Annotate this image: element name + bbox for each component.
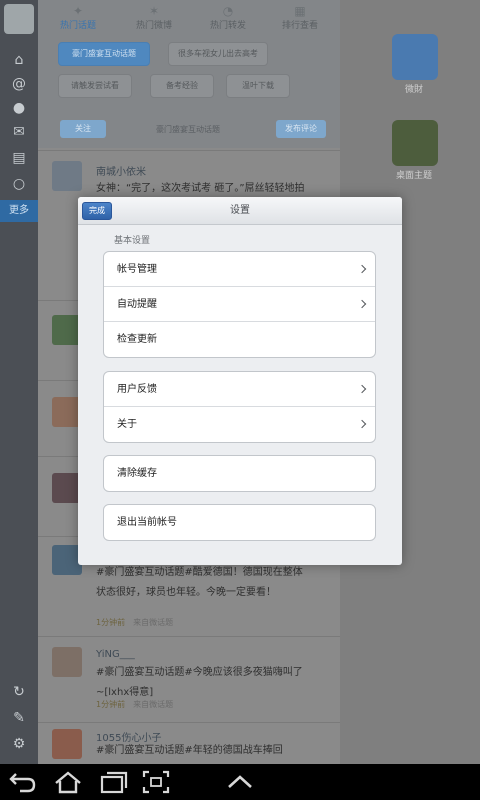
tab-hot-topics[interactable]: ✦ 热门话题 xyxy=(48,4,108,31)
dialog-title: 设置 xyxy=(230,205,250,216)
row-label: 用户反馈 xyxy=(117,384,157,395)
feed-source: 来自微话题 xyxy=(133,618,174,627)
tab-label: 热门转发 xyxy=(209,21,246,31)
chevron-right-icon xyxy=(357,419,367,429)
tab-label: 排行查看 xyxy=(281,21,318,31)
feed-source: 来自微话题 xyxy=(133,700,174,709)
settings-dialog: 设置 完成 基本设置 帐号管理 自动提醒 检查更新 用户反馈 关于 清除缓存 退… xyxy=(78,197,402,565)
weicai-app-icon[interactable] xyxy=(392,34,438,80)
home-icon[interactable]: ⌂ xyxy=(10,52,28,68)
feed-author[interactable]: YiNG___ xyxy=(96,649,135,660)
tab-ranking[interactable]: ▦ 排行查看 xyxy=(270,4,330,31)
star-icon: ✶ xyxy=(148,4,160,18)
row-label: 退出当前帐号 xyxy=(117,517,177,528)
avatar[interactable] xyxy=(52,729,82,759)
user-feedback-row[interactable]: 用户反馈 xyxy=(104,372,375,407)
check-update-row[interactable]: 检查更新 xyxy=(104,322,375,357)
topic-header: ✦ 热门话题 ✶ 热门微博 ◔ 热门转发 ▦ 排行查看 豪门盛宴互动话题 很多车视女儿出… xyxy=(38,0,340,148)
topic-chip[interactable]: 温叶下载 xyxy=(226,74,290,98)
feed-item[interactable]: 1055伤心小子 #豪门盛宴互动话题#年轻的德国战车捧回 xyxy=(38,722,340,764)
desktop-theme-label: 桌面主题 xyxy=(395,171,432,181)
feed-item[interactable]: YiNG___ #豪门盛宴互动话题#今晚应该很多夜猫嗨叫了~[lxhx得意] 1… xyxy=(38,636,340,722)
feed-time: 1分钟前 xyxy=(96,700,126,709)
desktop-theme-icon[interactable] xyxy=(392,120,438,166)
row-label: 检查更新 xyxy=(117,334,157,345)
rail-active-item[interactable]: 更多 xyxy=(0,200,38,222)
chevron-right-icon xyxy=(357,384,367,394)
feed-meta: 1分钟前 来自微话题 xyxy=(96,617,173,628)
settings-group-cache: 清除缓存 xyxy=(103,455,376,492)
feed-time: 1分钟前 xyxy=(96,618,126,627)
auto-reminder-row[interactable]: 自动提醒 xyxy=(104,287,375,322)
list-icon: ▦ xyxy=(294,4,306,18)
mail-icon[interactable]: ✉ xyxy=(10,124,28,140)
app-logo[interactable] xyxy=(4,4,34,34)
profile-card-icon[interactable]: ▤ xyxy=(10,150,28,166)
avatar[interactable] xyxy=(52,647,82,677)
row-label: 帐号管理 xyxy=(117,264,157,275)
tab-label: 热门话题 xyxy=(59,21,96,31)
left-rail: ⌂ @ ● ✉ ▤ ○ 更多 ↻ ✎ ⚙ xyxy=(0,0,38,764)
settings-group-account: 帐号管理 自动提醒 检查更新 xyxy=(103,251,376,358)
topic-chip[interactable]: 备考经验 xyxy=(150,74,214,98)
up-arrow-icon[interactable] xyxy=(224,768,256,796)
done-button[interactable]: 完成 xyxy=(82,202,112,220)
topic-chip[interactable]: 豪门盛宴互动话题 xyxy=(58,42,150,66)
account-management-row[interactable]: 帐号管理 xyxy=(104,252,375,287)
weicai-app-label: 微財 xyxy=(404,85,423,95)
compose-icon[interactable]: ✎ xyxy=(10,710,28,726)
topic-name: 豪门盛宴互动话题 xyxy=(156,125,220,134)
comment-icon[interactable]: ● xyxy=(10,100,28,116)
feed-author[interactable]: 南城小依米 xyxy=(96,163,146,178)
home-nav-icon[interactable] xyxy=(52,768,84,796)
feed-text: #豪门盛宴互动话题#年轻的德国战车捧回 xyxy=(96,745,283,756)
back-icon[interactable] xyxy=(6,768,38,796)
topic-chip[interactable]: 请触发尝试看 xyxy=(58,74,132,98)
logout-row[interactable]: 退出当前帐号 xyxy=(104,505,375,540)
tab-hot-repost[interactable]: ◔ 热门转发 xyxy=(198,4,258,31)
topic-chip[interactable]: 很多车视女儿出去高考 xyxy=(168,42,268,66)
post-comment-button[interactable]: 发布评论 xyxy=(276,120,326,138)
system-nav-bar xyxy=(0,764,480,800)
section-title: 基本设置 xyxy=(114,236,151,246)
avatar[interactable] xyxy=(52,161,82,191)
tab-hot-weibo[interactable]: ✶ 热门微博 xyxy=(124,4,184,31)
dialog-header: 设置 完成 xyxy=(78,197,402,225)
search-icon[interactable]: ○ xyxy=(10,176,28,192)
recent-apps-icon[interactable] xyxy=(98,768,130,796)
follow-topic-button[interactable]: 关注 xyxy=(60,120,106,138)
about-row[interactable]: 关于 xyxy=(104,407,375,442)
row-label: 自动提醒 xyxy=(117,299,157,310)
flame-icon: ✦ xyxy=(72,4,84,18)
row-label: 关于 xyxy=(117,419,137,430)
clear-cache-row[interactable]: 清除缓存 xyxy=(104,456,375,491)
settings-group-feedback: 用户反馈 关于 xyxy=(103,371,376,443)
screenshot-icon[interactable] xyxy=(140,768,172,796)
feed-text: #豪门盛宴互动话题#酷爱德国！德国现在整体状态很好，球员也年轻。今晚一定要看！ xyxy=(96,567,303,598)
chat-icon: ◔ xyxy=(222,4,234,18)
chevron-right-icon xyxy=(357,264,367,274)
feed-text: #豪门盛宴互动话题#今晚应该很多夜猫嗨叫了~[lxhx得意] xyxy=(96,667,303,698)
tab-label: 热门微博 xyxy=(135,21,172,31)
refresh-icon[interactable]: ↻ xyxy=(10,684,28,700)
row-label: 清除缓存 xyxy=(117,468,157,479)
settings-gear-icon[interactable]: ⚙ xyxy=(10,736,28,752)
mention-icon[interactable]: @ xyxy=(10,76,28,92)
chevron-right-icon xyxy=(357,299,367,309)
feed-meta: 1分钟前 来自微话题 xyxy=(96,699,173,710)
settings-group-logout: 退出当前帐号 xyxy=(103,504,376,541)
